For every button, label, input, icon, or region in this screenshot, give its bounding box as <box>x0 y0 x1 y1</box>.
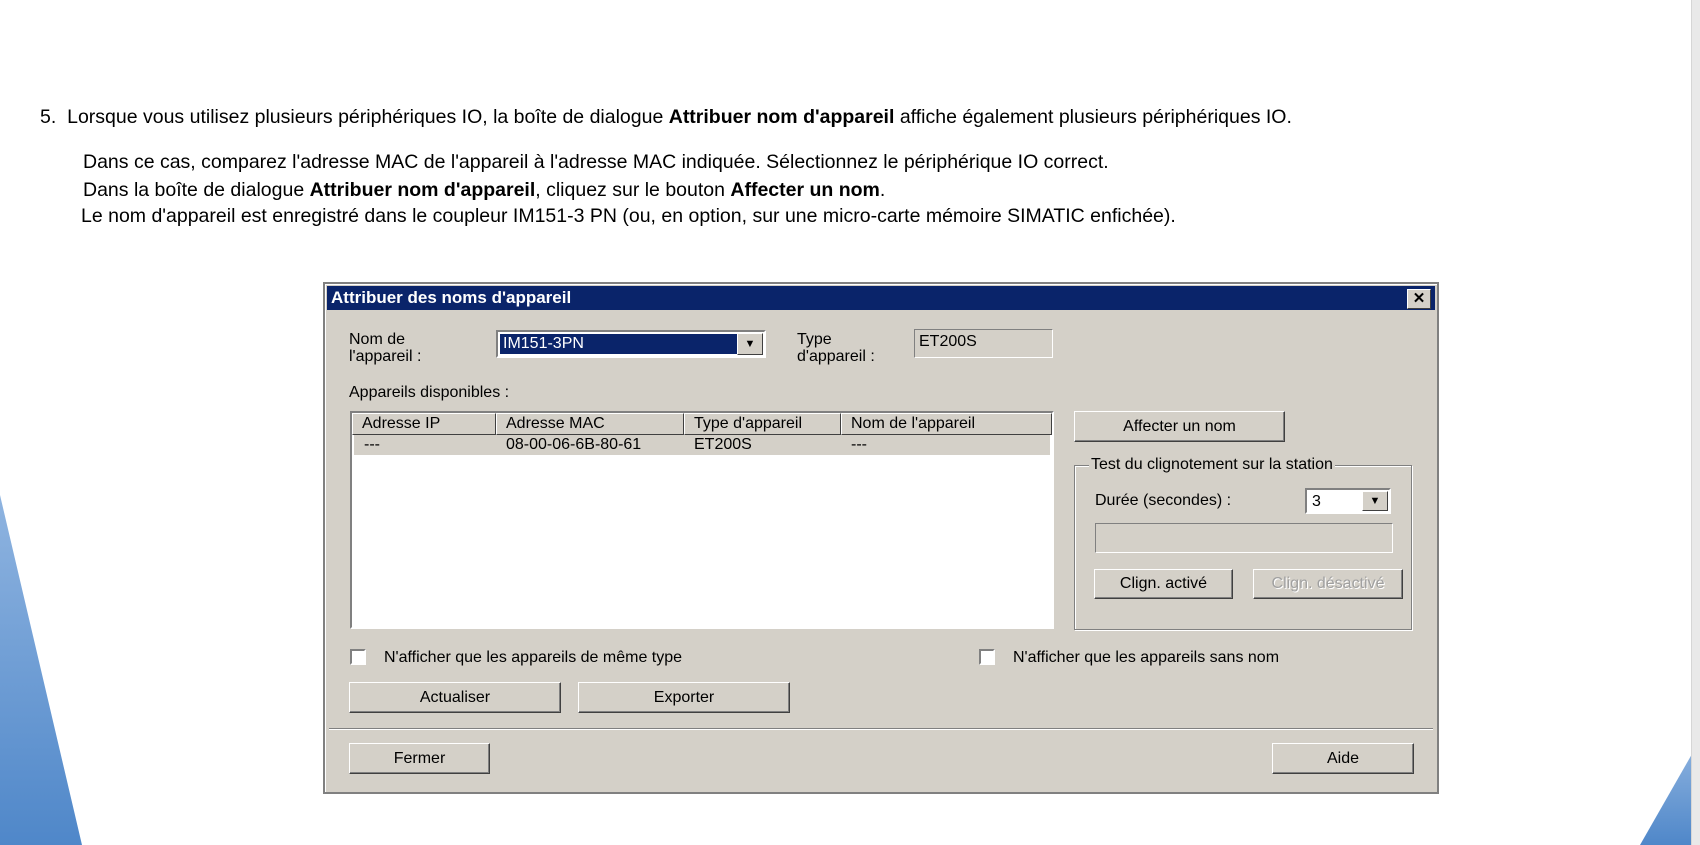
blink-test-title: Test du clignotement sur la station <box>1089 456 1335 474</box>
assign-name-button[interactable]: Affecter un nom <box>1074 411 1285 442</box>
available-devices-list[interactable]: Adresse IP Adresse MAC Type d'appareil N… <box>350 411 1054 629</box>
no-name-checkbox[interactable] <box>979 649 995 665</box>
close-icon[interactable]: ✕ <box>1407 289 1431 309</box>
dialog-title: Attribuer des noms d'appareil <box>331 288 572 307</box>
duration-combobox[interactable]: 3 ▼ <box>1305 488 1391 514</box>
instruction-bold: Affecter un nom <box>730 179 880 201</box>
instruction-bold: Attribuer nom d'appareil <box>309 179 536 201</box>
column-mac-address[interactable]: Adresse MAC <box>496 413 684 435</box>
blink-progress-field <box>1095 523 1393 553</box>
instruction-line-2: Dans ce cas, comparez l'adresse MAC de l… <box>83 151 1109 173</box>
instruction-line-4: Le nom d'appareil est enregistré dans le… <box>81 205 1176 227</box>
blink-on-button[interactable]: Clign. activé <box>1094 569 1233 599</box>
device-type-label-line: Type <box>797 331 832 348</box>
close-button[interactable]: Fermer <box>349 743 490 774</box>
table-row[interactable]: --- 08-00-06-6B-80-61 ET200S --- <box>354 435 1050 455</box>
duration-label: Durée (secondes) : <box>1095 492 1232 509</box>
device-name-label-line: l'appareil : <box>349 348 422 365</box>
column-ip-address[interactable]: Adresse IP <box>352 413 496 435</box>
device-name-combobox[interactable]: IM151-3PN ▼ <box>496 330 766 358</box>
step-number: 5. <box>40 106 57 128</box>
instruction-text: affiche également plusieurs périphérique… <box>894 106 1292 128</box>
blink-off-button[interactable]: Clign. désactivé <box>1253 569 1403 599</box>
same-type-checkbox[interactable] <box>350 649 366 665</box>
device-type-field: ET200S <box>914 329 1053 358</box>
cell-device-name: --- <box>851 436 867 453</box>
chevron-down-icon[interactable]: ▼ <box>1362 491 1388 511</box>
cell-device-type: ET200S <box>694 436 752 453</box>
cell-mac-address: 08-00-06-6B-80-61 <box>506 436 642 453</box>
instruction-text: , cliquez sur le bouton <box>535 179 731 201</box>
device-type-label-line: d'appareil : <box>797 348 875 365</box>
footer-separator <box>329 728 1433 730</box>
dialog-titlebar: Attribuer des noms d'appareil ✕ <box>327 286 1435 310</box>
instruction-text: . <box>879 179 886 201</box>
device-name-label: Nom de l'appareil : <box>349 331 421 365</box>
blink-test-group: Test du clignotement sur la station Duré… <box>1074 456 1412 630</box>
help-button[interactable]: Aide <box>1272 743 1414 774</box>
device-name-value: IM151-3PN <box>500 334 739 354</box>
decorative-triangle-left <box>0 495 82 845</box>
export-button[interactable]: Exporter <box>578 682 790 713</box>
instruction-bold: Attribuer nom d'appareil <box>668 106 895 128</box>
instruction-text: Lorsque vous utilisez plusieurs périphér… <box>67 106 669 128</box>
cell-ip-address: --- <box>364 436 380 453</box>
chevron-down-icon[interactable]: ▼ <box>737 333 763 355</box>
instruction-text: Dans la boîte de dialogue <box>83 179 310 201</box>
instruction-line-3: Dans la boîte de dialogue Attribuer nom … <box>83 179 885 202</box>
column-device-type[interactable]: Type d'appareil <box>684 413 841 435</box>
available-devices-label: Appareils disponibles : <box>349 384 510 401</box>
column-device-name[interactable]: Nom de l'appareil <box>841 413 1052 435</box>
device-type-label: Type d'appareil : <box>797 331 875 365</box>
same-type-checkbox-label[interactable]: N'afficher que les appareils de même typ… <box>384 649 682 666</box>
refresh-button[interactable]: Actualiser <box>349 682 561 713</box>
duration-value: 3 <box>1312 493 1321 510</box>
instruction-line-1: 5. Lorsque vous utilisez plusieurs périp… <box>40 106 1292 129</box>
assign-device-names-dialog: Attribuer des noms d'appareil ✕ Nom de l… <box>323 282 1439 794</box>
page-edge <box>1691 0 1700 845</box>
no-name-checkbox-label[interactable]: N'afficher que les appareils sans nom <box>1013 649 1279 666</box>
device-name-label-line: Nom de <box>349 331 406 348</box>
list-header: Adresse IP Adresse MAC Type d'appareil N… <box>352 413 1052 435</box>
